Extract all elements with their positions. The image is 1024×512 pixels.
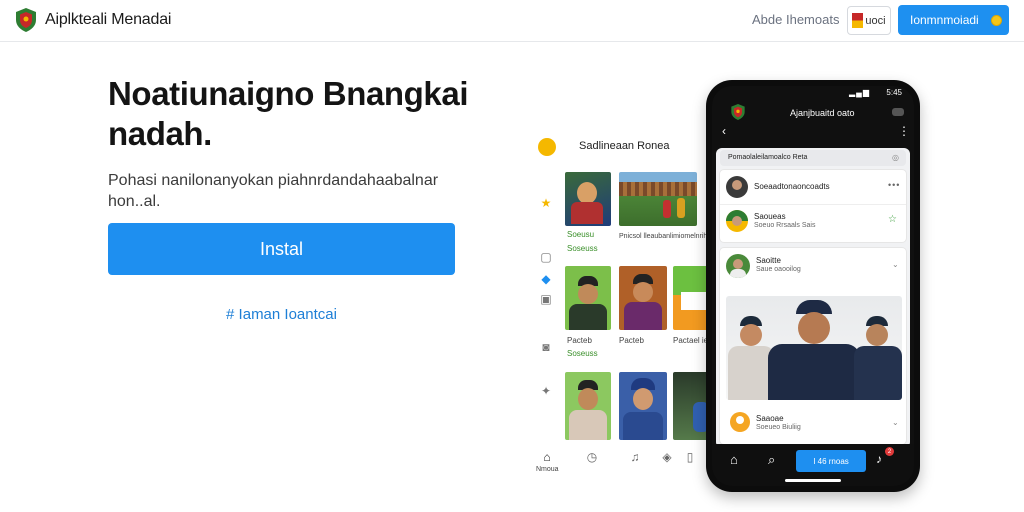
top-header: Aiplkteali Menadai Abde Ihemoats uoci Io… (0, 0, 1024, 42)
feed-header: Pomaolaleilamoalco Reta (728, 154, 808, 161)
search-icon[interactable]: ◎ (892, 153, 899, 162)
toggle-icon[interactable] (892, 108, 904, 116)
post-subtitle: Soeueo Biuliig (756, 424, 801, 431)
feed: Pomaolaleilamoalco Reta ◎ Soeaadtonaonco… (716, 148, 910, 448)
notification-badge: 2 (885, 447, 894, 456)
star-outline-icon[interactable]: ☆ (888, 214, 897, 225)
home-indicator (785, 479, 841, 482)
phone-icon[interactable]: ▯ (683, 450, 697, 464)
gift-icon[interactable]: ✦ (539, 384, 553, 398)
star-icon[interactable]: ★ (539, 196, 553, 210)
hero-subtitle: Pohasi nanilonanyokan piahnrdandahaabaln… (108, 172, 439, 210)
search-icon[interactable]: ⌕ (768, 452, 775, 468)
flag-icon (852, 13, 864, 28)
video-thumbnail[interactable] (565, 372, 611, 440)
status-bar: ▂▄▆ 5:45 (712, 88, 914, 100)
tile-caption: Soseuss (567, 349, 598, 358)
post-image[interactable] (726, 296, 902, 400)
video-thumbnail[interactable] (619, 172, 697, 226)
secondary-link[interactable]: # Iaman Ioantcai (108, 306, 455, 323)
post-card[interactable]: Saoitte Saue oaooilog ⌄ Saaoae Soeueo Bi… (720, 248, 906, 444)
hero-title: Noatiunaigno Bnangkai nadah. (108, 75, 469, 152)
brand-name: Aiplkteali Menadai (45, 11, 172, 28)
coin-icon (990, 14, 1002, 26)
feed-header-bar: Pomaolaleilamoalco Reta ◎ (720, 150, 906, 166)
bell-icon[interactable]: ♪ (876, 452, 882, 466)
shield-logo-icon (731, 104, 745, 120)
avatar (726, 254, 750, 278)
shield-outline-icon[interactable]: ◈ (660, 450, 674, 464)
tile-caption: Pacteb (567, 336, 592, 345)
more-vertical-icon[interactable]: ⋮ (898, 124, 910, 138)
home-icon[interactable]: ⌂ (730, 452, 738, 467)
tile-caption: Soseuss (567, 244, 598, 253)
brand[interactable]: Aiplkteali Menadai (14, 7, 171, 33)
language-label: uoci (865, 14, 886, 27)
header-cta-label: Ionmnmoiadi (910, 13, 979, 27)
app-bar: Ajanjbuaitd oato (712, 100, 914, 134)
post-card[interactable]: Soeaadtonaoncoadts ••• Saoueas Soeuo Rrs… (720, 170, 906, 242)
bottom-action-button[interactable]: I 46 rnoas (796, 450, 866, 472)
video-thumbnail[interactable] (565, 172, 611, 226)
bookmark-icon[interactable]: ▣ (539, 292, 553, 306)
phone-mockup: ▂▄▆ 5:45 Ajanjbuaitd oato ‹ ⋮ Pomaolalei… (706, 80, 920, 492)
shield-logo-icon (16, 8, 36, 32)
nav-link[interactable]: Abde Ihemoats (752, 12, 839, 27)
video-thumbnail[interactable] (619, 266, 667, 330)
post-author: Soeaadtonaoncoadts (754, 182, 830, 191)
post-subtitle: Soeuo Rrsaals Sais (754, 222, 816, 229)
avatar (730, 412, 750, 432)
chevron-down-icon[interactable]: ⌄ (892, 418, 899, 427)
install-button[interactable]: Instal (108, 223, 455, 275)
video-thumbnail[interactable] (619, 372, 667, 440)
panel-title: Sadlineaan Ronea (579, 140, 670, 152)
post-author: Saoueas (754, 212, 786, 221)
post-author: Saaoae (756, 414, 784, 423)
more-horizontal-icon[interactable]: ••• (888, 180, 900, 190)
pin-icon[interactable]: ◆ (539, 272, 553, 286)
phone-screen: ▂▄▆ 5:45 Ajanjbuaitd oato ‹ ⋮ Pomaolalei… (712, 86, 914, 486)
camera-icon[interactable]: ◙ (539, 340, 553, 354)
post-subtitle: Saue oaooilog (756, 266, 801, 273)
back-arrow-icon[interactable]: ‹ (722, 124, 726, 138)
bottom-nav-label: Nmoua (536, 466, 559, 473)
avatar (726, 176, 748, 198)
language-button[interactable]: uoci (847, 6, 891, 35)
tile-caption: Pacteb (619, 336, 644, 345)
app-title: Ajanjbuaitd oato (790, 108, 855, 118)
avatar (726, 210, 748, 232)
chevron-down-icon[interactable]: ⌄ (892, 260, 899, 269)
header-cta-button[interactable]: Ionmnmoiadi (898, 5, 1009, 35)
tile-caption: Soeusu (567, 230, 595, 239)
bell-icon[interactable]: ♫ (628, 450, 642, 464)
post-author: Saoitte (756, 256, 781, 265)
panel-logo-icon (538, 138, 556, 156)
web-preview-panel: Sadlineaan Ronea ★ ▢ ◆ ▣ ◙ ✦ Soeusu Sose… (533, 132, 723, 482)
home-icon[interactable]: ⌂ (540, 450, 554, 464)
status-time: 5:45 (886, 88, 902, 97)
video-thumbnail[interactable] (565, 266, 611, 330)
tile-caption: Pnicsol lleaubanlimiomelnrihau (619, 233, 716, 240)
chat-icon[interactable]: ▢ (539, 250, 553, 264)
clock-icon[interactable]: ◷ (585, 450, 599, 464)
signal-icon: ▂▄▆ (849, 88, 870, 97)
bottom-action-label: I 46 rnoas (813, 456, 849, 466)
